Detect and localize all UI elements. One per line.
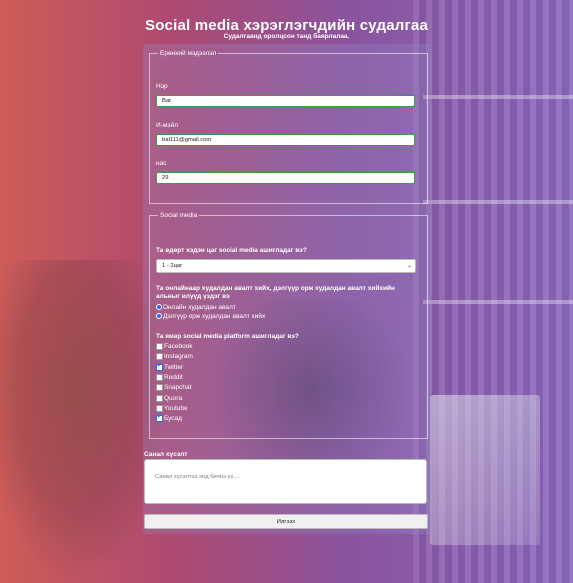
email-input[interactable]	[156, 134, 415, 146]
general-info-legend: Ерөнхий мэдээлэл	[160, 50, 217, 57]
checkbox-icon[interactable]	[156, 394, 163, 402]
checkbox-checked-icon[interactable]	[156, 413, 163, 423]
checkbox-icon[interactable]	[156, 373, 163, 381]
name-label: Нэр	[156, 83, 168, 90]
checkbox-checked-icon[interactable]	[156, 362, 163, 371]
checkbox-icon[interactable]	[156, 384, 163, 392]
platform-option-label: Facebook	[164, 343, 193, 351]
platform-option-label: Бусад	[164, 415, 182, 423]
platform-option[interactable]: Snapchat	[156, 384, 191, 392]
page-title: Social media хэрэглэгчдийн судалгаа	[144, 17, 429, 34]
purchase-question: Та онлайнаар худалдан авалт хийх, дэлгүү…	[156, 285, 395, 300]
platform-option-label: Instagram	[164, 353, 193, 361]
time-select[interactable]: 1 - 2цаг ⌄	[156, 259, 416, 273]
feedback-textarea[interactable]	[144, 459, 427, 504]
purchase-option-label: Дэлгүүр орж худалдан авалт хийх	[163, 313, 266, 320]
platform-option[interactable]: Twitter	[156, 362, 184, 372]
checkbox-icon[interactable]	[156, 343, 163, 350]
platform-option-label: Quora	[164, 394, 183, 402]
purchase-option-online[interactable]: Онлайн худалдан авалт	[156, 304, 236, 312]
platform-question: Та ямар social media platform ашигладаг …	[156, 333, 299, 340]
age-label: нас	[156, 160, 167, 167]
chevron-down-icon: ⌄	[406, 263, 412, 269]
page-subtitle: Судалгаанд оролцсон танд баярлалаа.	[223, 33, 350, 40]
checkbox-icon[interactable]	[156, 353, 163, 361]
age-input[interactable]	[156, 172, 415, 184]
platform-option[interactable]: Facebook	[156, 343, 193, 351]
platform-option[interactable]: Instagram	[156, 353, 193, 361]
submit-button[interactable]: Илгээх	[144, 514, 428, 529]
radio-icon[interactable]	[156, 313, 162, 320]
platform-option[interactable]: Quora	[156, 394, 183, 403]
radio-icon[interactable]	[156, 304, 162, 311]
platform-option[interactable]: Youtube	[156, 404, 188, 413]
feedback-label: Санал хүсэлт	[144, 451, 188, 458]
checkbox-icon[interactable]	[156, 404, 163, 412]
platform-option-label: Youtube	[164, 405, 188, 413]
purchase-option-label: Онлайн худалдан авалт	[163, 304, 236, 311]
purchase-option-store[interactable]: Дэлгүүр орж худалдан авалт хийх	[156, 313, 265, 321]
platform-option-label: Snapchat	[164, 384, 192, 392]
social-media-legend: Social media	[160, 212, 198, 219]
survey-page: Social media хэрэглэгчдийн судалгаа Суда…	[0, 0, 573, 583]
email-label: И-мэйл	[156, 122, 179, 129]
platform-option[interactable]: Бусад	[156, 413, 182, 423]
time-select-value: 1 - 2цаг	[162, 263, 183, 269]
time-question: Та өдөрт хэдэн цаг social media ашиглада…	[156, 247, 307, 254]
name-input[interactable]	[156, 95, 415, 107]
platform-option-label: Reddit	[164, 374, 183, 382]
platform-option[interactable]: Reddit	[156, 373, 183, 382]
platform-option-label: Twitter	[164, 363, 184, 371]
